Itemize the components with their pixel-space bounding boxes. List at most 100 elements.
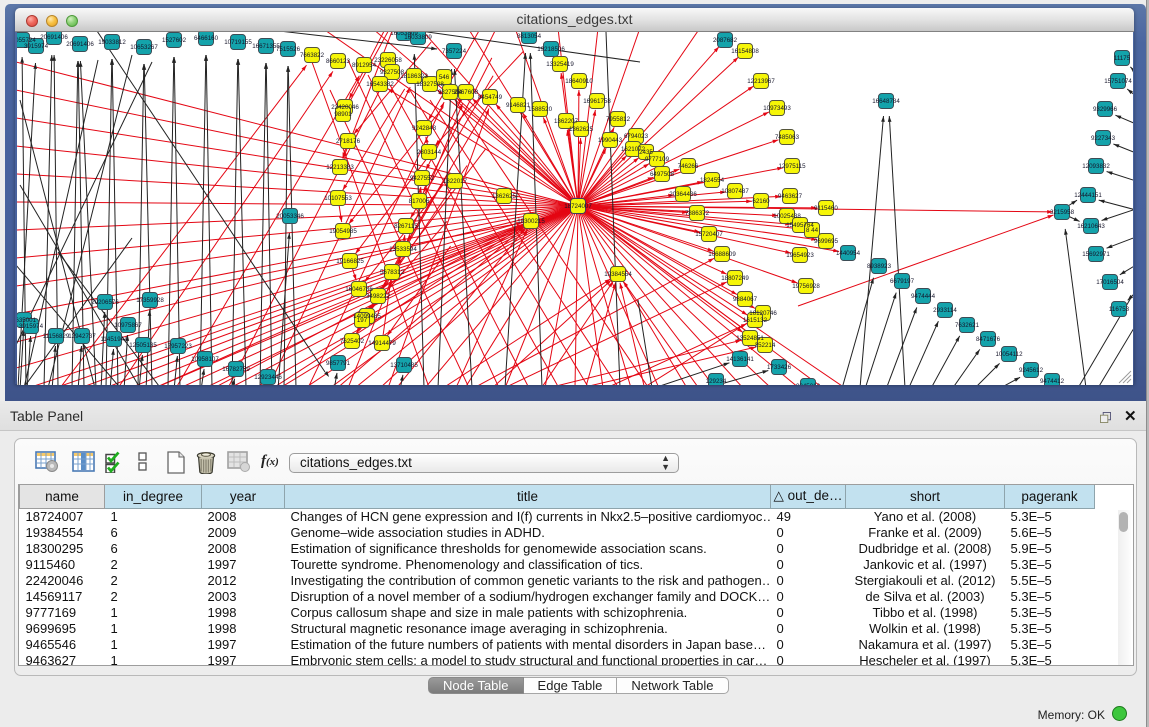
svg-text:14914479: 14914479 [368, 340, 396, 347]
svg-text:1362625: 1362625 [492, 193, 517, 200]
svg-text:116753: 116753 [1109, 306, 1130, 313]
svg-text:10688609: 10688609 [708, 251, 736, 258]
svg-text:10958107: 10958107 [191, 356, 219, 363]
svg-text:10719155: 10719155 [224, 39, 252, 46]
svg-text:12923446: 12923446 [254, 374, 282, 381]
svg-text:1824554: 1824554 [700, 177, 725, 184]
svg-text:20691406: 20691406 [66, 41, 94, 48]
svg-text:10025438: 10025438 [773, 213, 801, 220]
svg-text:8938923: 8938923 [867, 263, 892, 270]
svg-text:13524851: 13524851 [736, 335, 764, 342]
svg-text:12505135: 12505135 [129, 342, 157, 349]
svg-text:19166825: 19166825 [336, 258, 364, 265]
svg-text:19756928: 19756928 [792, 283, 820, 290]
svg-text:13710485: 13710485 [390, 362, 418, 369]
svg-text:2867608: 2867608 [454, 89, 479, 96]
svg-text:5678312: 5678312 [380, 269, 405, 276]
svg-text:9329966: 9329966 [1093, 106, 1118, 113]
svg-text:16120746: 16120746 [749, 310, 777, 317]
svg-text:7357224: 7357224 [442, 48, 467, 55]
svg-text:546: 546 [439, 74, 450, 81]
svg-text:9474412: 9474412 [1040, 378, 1065, 385]
svg-text:11451944: 11451944 [100, 336, 128, 343]
svg-text:1440954: 1440954 [836, 250, 861, 257]
svg-text:9245012: 9245012 [796, 383, 821, 385]
svg-text:3498222: 3498222 [366, 293, 391, 300]
svg-text:16961758: 16961758 [583, 98, 611, 105]
svg-text:1362625: 1362625 [569, 126, 594, 133]
svg-text:8660123: 8660123 [326, 58, 351, 65]
svg-text:7485063: 7485063 [775, 134, 800, 141]
svg-text:16033809: 16033809 [404, 34, 432, 41]
svg-text:19384554: 19384554 [604, 271, 632, 278]
svg-text:18640910: 18640910 [565, 78, 593, 85]
svg-text:18186323: 18186323 [400, 73, 428, 80]
svg-text:7955812: 7955812 [606, 116, 631, 123]
svg-text:7625402: 7625402 [340, 338, 365, 345]
svg-text:8 44: 8 44 [806, 227, 819, 234]
svg-text:9857791: 9857791 [326, 360, 351, 367]
svg-text:18724007: 18724007 [564, 203, 592, 210]
svg-text:20053346: 20053346 [276, 213, 304, 220]
svg-text:3915974: 3915974 [24, 43, 49, 50]
svg-text:1527602: 1527602 [162, 37, 187, 44]
svg-text:10107553: 10107553 [324, 195, 352, 202]
svg-text:8813054: 8813054 [517, 33, 542, 40]
svg-text:11175: 11175 [1114, 55, 1131, 62]
svg-text:16782759: 16782759 [222, 366, 250, 373]
svg-text:12213967: 12213967 [747, 78, 775, 85]
svg-text:12444151: 12444151 [1074, 192, 1102, 199]
svg-text:9474444: 9474444 [911, 293, 936, 300]
svg-text:1822017: 1822017 [443, 178, 468, 185]
svg-text:18327508: 18327508 [416, 81, 444, 88]
svg-text:13533594: 13533594 [389, 246, 417, 253]
svg-text:129234: 129234 [706, 378, 727, 385]
svg-text:20206576: 20206576 [91, 299, 119, 306]
svg-text:16046786: 16046786 [345, 286, 373, 293]
svg-text:2087682: 2087682 [713, 37, 738, 44]
svg-text:18807249: 18807249 [721, 275, 749, 282]
svg-text:9427552: 9427552 [410, 175, 435, 182]
svg-text:15751074: 15751074 [1104, 78, 1132, 85]
svg-text:3215958: 3215958 [1050, 209, 1075, 216]
svg-text:15720407: 15720407 [695, 231, 723, 238]
svg-text:1362207: 1362207 [554, 118, 579, 125]
svg-text:6497508: 6497508 [650, 171, 675, 178]
svg-text:9699695: 9699695 [814, 238, 839, 245]
svg-text:15692971: 15692971 [1082, 251, 1110, 258]
svg-text:10054112: 10054112 [995, 351, 1023, 358]
svg-text:9777109: 9777109 [645, 156, 670, 163]
svg-text:98901: 98901 [334, 111, 352, 118]
svg-text:16543382: 16543382 [366, 81, 394, 88]
svg-text:7515526: 7515526 [276, 46, 301, 53]
svg-text:19654923: 19654923 [786, 252, 814, 259]
svg-text:10807487: 10807487 [721, 188, 749, 195]
svg-text:746266: 746266 [678, 163, 699, 170]
svg-text:12213383: 12213383 [326, 164, 354, 171]
svg-text:16154808: 16154808 [731, 48, 759, 55]
svg-text:1990443: 1990443 [598, 137, 623, 144]
svg-text:817006: 817006 [409, 198, 430, 205]
svg-text:12093832: 12093832 [1082, 163, 1110, 170]
svg-text:8267115: 8267115 [394, 223, 418, 230]
svg-text:6679197: 6679197 [890, 278, 915, 285]
svg-text:1733426: 1733426 [767, 364, 792, 371]
svg-text:252214: 252214 [755, 342, 776, 349]
svg-text:20364436: 20364436 [669, 191, 697, 198]
svg-text:16648784: 16648784 [872, 98, 900, 105]
svg-text:62160: 62160 [752, 198, 770, 205]
svg-text:23420046: 23420046 [331, 104, 359, 111]
svg-text:12942737: 12942737 [68, 333, 96, 340]
svg-text:9242848: 9242848 [412, 125, 437, 132]
svg-text:19054985: 19054985 [329, 228, 357, 235]
svg-text:9245612: 9245612 [1019, 367, 1044, 374]
svg-text:19218506: 19218506 [537, 46, 565, 53]
svg-text:9146821: 9146821 [506, 102, 531, 109]
svg-text:2435: 2435 [639, 149, 653, 156]
svg-text:6466160: 6466160 [194, 35, 219, 42]
svg-text:10973493: 10973493 [763, 105, 791, 112]
svg-text:8912954: 8912954 [352, 62, 377, 69]
svg-text:1588520: 1588520 [528, 106, 553, 113]
svg-text:9227343: 9227343 [1091, 135, 1116, 142]
svg-text:7663822: 7663822 [300, 52, 325, 59]
